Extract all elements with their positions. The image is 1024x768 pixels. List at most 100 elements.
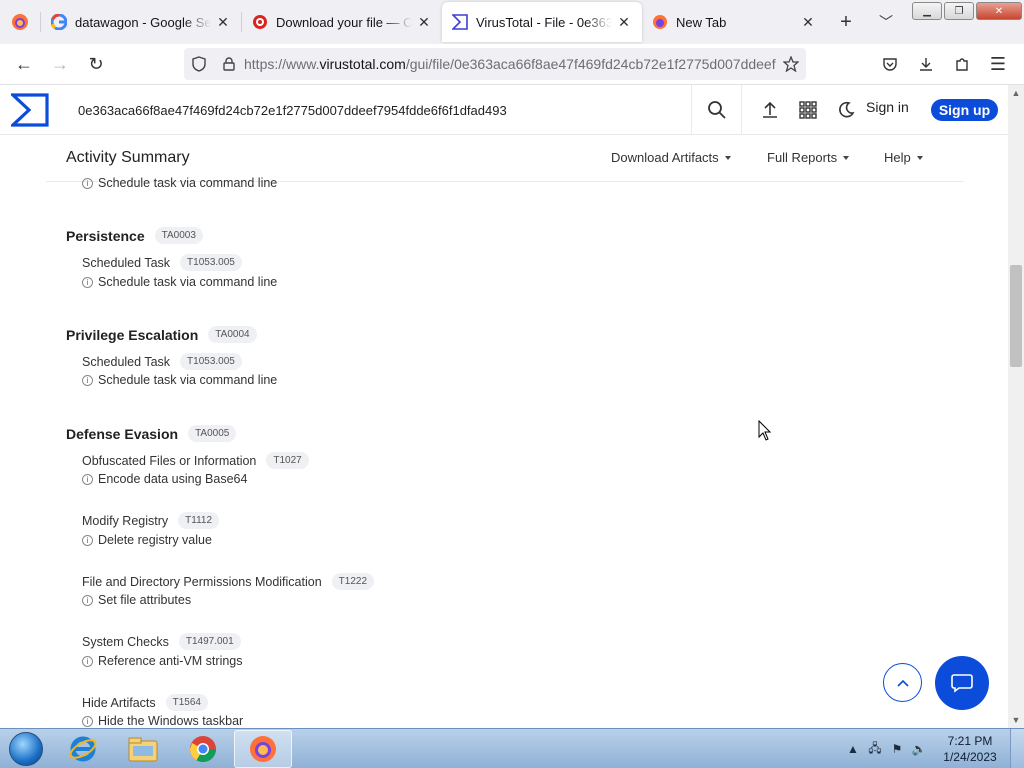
technique-item[interactable]: Scheduled Task T1053.005 (82, 353, 242, 370)
technique-item[interactable]: Hide Artifacts T1564 (82, 694, 208, 711)
theme-toggle-button[interactable] (828, 92, 864, 128)
tactic-name: Defense Evasion (66, 425, 179, 442)
tab-download[interactable]: Download your file — Co ✕ (242, 2, 442, 42)
scroll-up-arrow-icon[interactable]: ▲ (1008, 85, 1024, 101)
restore-button[interactable]: ❐ (944, 2, 974, 20)
upload-button[interactable] (752, 92, 788, 128)
technique-id-badge: T1112 (178, 512, 220, 529)
action-center-flag-icon[interactable]: ⚑ (886, 738, 908, 760)
firefox-icon (12, 14, 28, 30)
taskbar-file-explorer[interactable] (114, 730, 172, 768)
download-site-icon (253, 15, 267, 29)
tab-close-icon[interactable]: ✕ (215, 14, 231, 31)
scroll-thumb[interactable] (1010, 265, 1022, 367)
technique-name: Scheduled Task (82, 255, 171, 270)
help-menu[interactable]: Help (884, 150, 923, 165)
signature-item: i Schedule task via command line (82, 275, 277, 289)
reload-icon: ↻ (88, 53, 104, 74)
tab-new[interactable]: New Tab ✕ (642, 2, 826, 42)
new-tab-button[interactable]: + (826, 0, 866, 44)
volume-icon[interactable]: 🔈 (908, 738, 930, 760)
lock-icon[interactable] (214, 57, 244, 71)
full-reports-menu[interactable]: Full Reports (767, 150, 850, 165)
technique-item[interactable]: System Checks T1497.001 (82, 633, 241, 650)
shield-icon[interactable] (184, 56, 214, 72)
tactic-id-badge: TA0004 (208, 326, 257, 343)
back-arrow-icon: ← (15, 53, 33, 74)
downloads-button[interactable] (908, 48, 944, 80)
forward-button[interactable]: → (42, 48, 78, 80)
scroll-down-arrow-icon[interactable]: ▼ (1008, 712, 1024, 728)
pocket-button[interactable] (872, 48, 908, 80)
system-tray: ▲ 🖧 ⚑ 🔈 7:21 PM 1/24/2023 (842, 729, 1024, 768)
technique-item[interactable]: Modify Registry T1112 (82, 512, 220, 529)
apps-button[interactable] (790, 92, 826, 128)
signature-text: Schedule task via command line (98, 176, 278, 190)
menu-label: Full Reports (767, 150, 838, 165)
info-icon: i (82, 715, 93, 727)
upload-icon (763, 101, 777, 118)
taskbar-firefox[interactable] (234, 729, 292, 768)
show-hidden-icons-button[interactable]: ▲ (842, 738, 864, 760)
technique-item[interactable]: File and Directory Permissions Modificat… (82, 573, 375, 590)
app-menu-button[interactable]: ☰ (980, 48, 1016, 80)
tab-close-icon[interactable]: ✕ (416, 14, 432, 31)
info-icon: i (82, 276, 93, 288)
system-clock[interactable]: 7:21 PM 1/24/2023 (930, 733, 1010, 765)
url-text[interactable]: https://www.virustotal.com/gui/file/0e36… (244, 56, 776, 72)
tab-close-icon[interactable]: ✕ (800, 14, 816, 31)
tab-close-icon[interactable]: ✕ (616, 14, 632, 31)
extensions-button[interactable] (944, 48, 980, 80)
bookmark-star-icon[interactable] (776, 56, 806, 72)
browser-tab-bar: datawagon - Google Sear ✕ Download your … (0, 0, 1024, 44)
technique-name: File and Directory Permissions Modificat… (82, 574, 322, 589)
vt-search-input[interactable]: 0e363aca66f8ae47f469fd24cb72e1f2775d007d… (62, 85, 692, 135)
technique-id-badge: T1564 (165, 694, 208, 711)
technique-item[interactable]: Obfuscated Files or Information T1027 (82, 452, 309, 469)
vt-logo[interactable] (0, 85, 60, 135)
google-icon (51, 14, 67, 30)
tab-google[interactable]: datawagon - Google Sear ✕ (41, 2, 241, 42)
download-icon (920, 58, 932, 71)
signature-text: Schedule task via command line (98, 373, 278, 387)
close-icon: ✕ (994, 5, 1004, 17)
chat-button[interactable] (935, 656, 989, 710)
tactic-privilege-escalation[interactable]: Privilege Escalation TA0004 (66, 326, 257, 343)
tactic-defense-evasion[interactable]: Defense Evasion TA0005 (66, 425, 237, 442)
minimize-button[interactable]: ▁ (912, 2, 942, 20)
list-all-tabs-button[interactable]: ﹀ (866, 0, 906, 44)
mouse-cursor-icon (758, 420, 772, 441)
network-icon[interactable]: 🖧 (864, 738, 886, 760)
tab-virustotal[interactable]: VirusTotal - File - 0e363ac ✕ (442, 2, 642, 42)
back-button[interactable]: ← (6, 48, 42, 80)
tab-title: VirusTotal - File - 0e363ac (476, 14, 612, 30)
signature-text: Schedule task via command line (98, 275, 278, 289)
page-scrollbar[interactable]: ▲ ▼ (1008, 85, 1024, 728)
signature-text: Reference anti-VM strings (98, 654, 243, 668)
chat-bubble-icon (951, 674, 973, 693)
technique-id-badge: T1222 (331, 573, 375, 590)
taskbar-chrome[interactable] (174, 730, 232, 768)
close-window-button[interactable]: ✕ (976, 2, 1022, 20)
tactic-name: Privilege Escalation (66, 326, 199, 343)
sign-in-link[interactable]: Sign in (866, 99, 909, 115)
taskbar-internet-explorer[interactable] (54, 730, 112, 768)
show-desktop-button[interactable] (1010, 729, 1024, 768)
tactic-persistence[interactable]: Persistence TA0003 (66, 227, 203, 244)
technique-item[interactable]: Scheduled Task T1053.005 (82, 254, 242, 271)
caret-down-icon (724, 156, 731, 160)
scroll-to-top-button[interactable] (883, 663, 922, 702)
search-button[interactable] (692, 85, 742, 135)
technique-id-badge: T1497.001 (178, 633, 241, 650)
url-bar[interactable]: https://www.virustotal.com/gui/file/0e36… (184, 48, 806, 80)
reload-button[interactable]: ↻ (78, 48, 114, 80)
signature-text: Delete registry value (98, 533, 212, 547)
forward-arrow-icon: → (51, 53, 69, 74)
tactic-id-badge: TA0005 (188, 425, 237, 442)
sign-up-button[interactable]: Sign up (931, 99, 998, 121)
caret-down-icon (843, 156, 850, 160)
firefox-view-button[interactable] (0, 0, 40, 44)
download-artifacts-menu[interactable]: Download Artifacts (611, 150, 731, 165)
start-button[interactable] (0, 729, 52, 768)
menu-label: Help (884, 150, 911, 165)
